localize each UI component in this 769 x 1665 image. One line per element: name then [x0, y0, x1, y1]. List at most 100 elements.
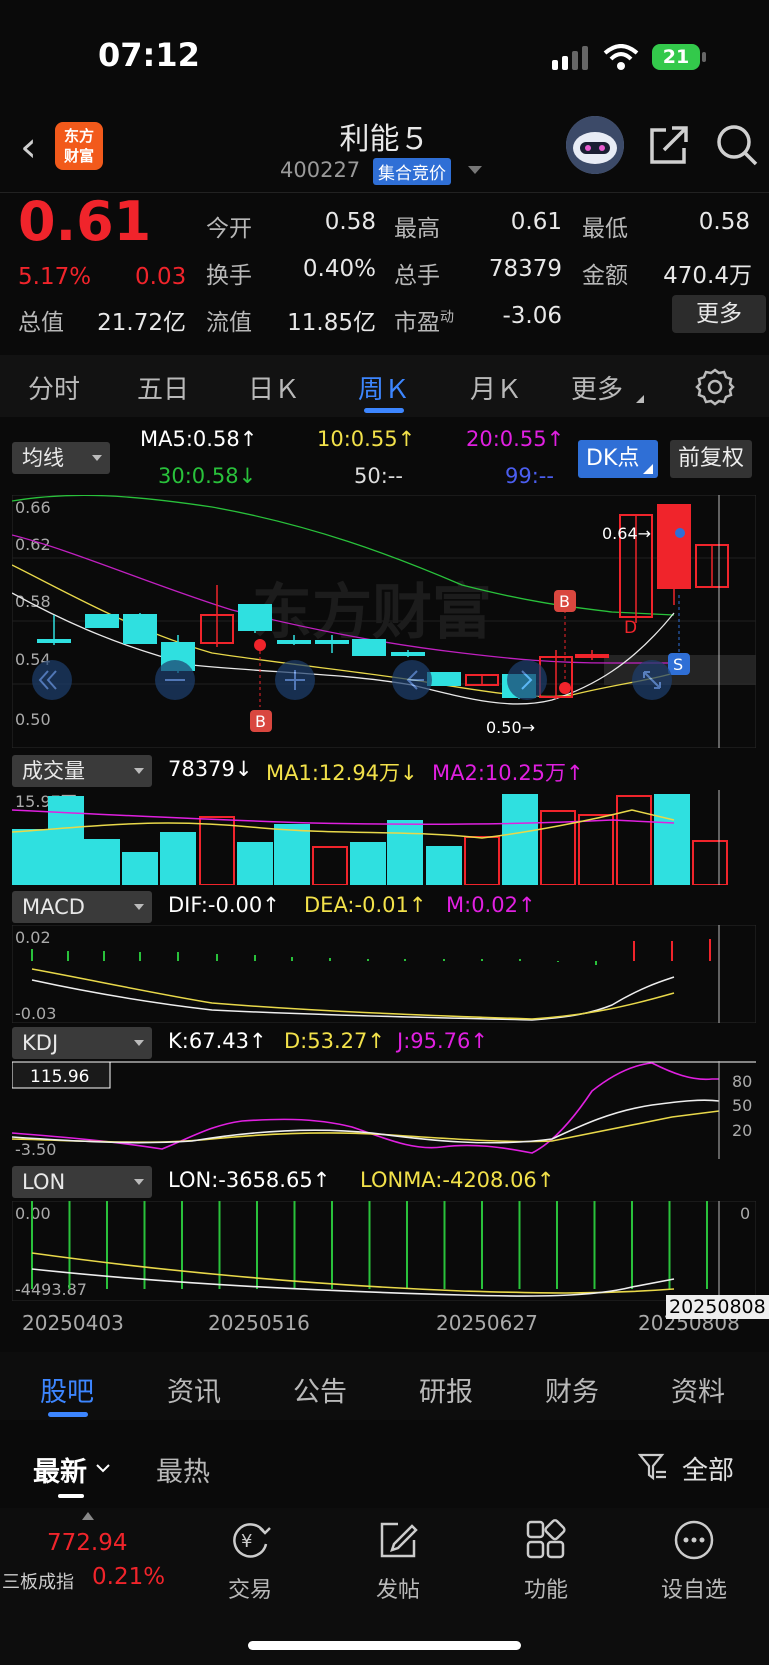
function-label[interactable]: 功能 — [486, 1572, 606, 1604]
more-dots-icon[interactable] — [672, 1518, 716, 1562]
volume-selector[interactable]: 成交量 — [12, 755, 152, 787]
mktcap-label: 总值 — [18, 310, 64, 336]
post-icon[interactable] — [376, 1518, 420, 1562]
d-text: D:53.27 — [284, 1029, 368, 1053]
post-label[interactable]: 发帖 — [338, 1572, 458, 1604]
volume-bar — [387, 820, 423, 885]
lonma-text: LONMA:-4208.06 — [360, 1168, 537, 1192]
d-marker: D — [624, 618, 637, 638]
candle — [391, 652, 425, 656]
gear-icon[interactable] — [695, 367, 735, 407]
lonma-label: LONMA:-4208.06↑ — [360, 1168, 555, 1192]
period-tabs: 分时 五日 日Ｋ 周Ｋ 月Ｋ 更多 — [0, 355, 769, 417]
volume-bar — [426, 846, 462, 885]
tab-weekly[interactable]: 周Ｋ — [358, 369, 410, 406]
tab-news[interactable]: 资讯 — [167, 1370, 221, 1409]
volume-bar — [84, 839, 120, 885]
apps-icon[interactable] — [524, 1518, 568, 1562]
change-pct: 5.17% — [18, 264, 92, 290]
candle — [352, 639, 386, 656]
tab-intraday[interactable]: 分时 — [28, 369, 80, 406]
macd-top-label: 0.02 — [15, 928, 51, 947]
volume-bar — [502, 794, 538, 885]
volume-bar — [12, 829, 48, 885]
kline-chart[interactable]: 东方财富 0.660.620.580.540.50 0.64→ 0.50→ B … — [12, 495, 756, 748]
more-button[interactable]: 更多 — [672, 295, 766, 333]
tab-announce[interactable]: 公告 — [293, 1370, 347, 1409]
lon-chart[interactable]: 0.00 -4493.87 0 — [12, 1201, 756, 1301]
active-content-tab-indicator — [48, 1412, 88, 1417]
volume-bar — [692, 840, 728, 885]
kdj-chart[interactable]: 115.96 -3.50 80 50 20 — [12, 1061, 756, 1159]
macd-chart[interactable]: 0.02 -0.03 — [12, 925, 756, 1023]
ma99-label: 99:-- — [505, 464, 554, 488]
high-value: 0.61 — [510, 209, 562, 235]
dropdown-icon[interactable] — [468, 166, 482, 176]
volume-bar — [616, 795, 652, 885]
date-axis: 20250403 20250516 20250627 20250808 2025… — [0, 1295, 769, 1343]
sell-marker: S — [668, 595, 690, 675]
index-pct: 0.21% — [92, 1564, 166, 1590]
sort-hot[interactable]: 最热 — [156, 1450, 210, 1489]
kline-watermark: 东方财富 — [252, 578, 492, 648]
kdj-top-label: 115.96 — [30, 1067, 89, 1087]
float-label: 流值 — [206, 310, 252, 336]
open-label: 今开 — [206, 216, 252, 242]
amount-value: 470.4万 — [663, 263, 752, 289]
lon-label: LON:-3658.65↑ — [168, 1168, 331, 1192]
filter-label[interactable]: 全部 — [682, 1450, 734, 1487]
index-value[interactable]: 772.94 — [47, 1530, 127, 1556]
watchlist-label[interactable]: 设自选 — [634, 1572, 754, 1604]
sell-marker-text: S — [673, 655, 683, 674]
kline-max-text: 0.64 — [602, 524, 638, 543]
tab-monthly[interactable]: 月Ｋ — [470, 369, 522, 406]
trade-label[interactable]: 交易 — [190, 1572, 310, 1604]
index-name: 三板成指 — [2, 1572, 74, 1593]
change-abs: 0.03 — [135, 264, 187, 290]
date-label-2: 20250516 — [208, 1311, 310, 1335]
ma30-text: 30:0.58 — [158, 464, 239, 488]
battery-icon: 21 — [652, 44, 706, 70]
share-icon[interactable] — [648, 124, 690, 166]
candle — [315, 640, 349, 644]
vol-ma1-text: MA1:12.94万 — [266, 761, 401, 785]
j-text: J:95.76 — [397, 1029, 471, 1053]
k-label: K:67.43↑ — [168, 1029, 267, 1053]
amount-label: 金额 — [582, 263, 628, 289]
tab-profile[interactable]: 资料 — [671, 1370, 725, 1409]
tab-guba[interactable]: 股吧 — [40, 1370, 94, 1409]
lon-selector[interactable]: LON — [12, 1166, 152, 1198]
kline-min-text: 0.50 — [486, 718, 522, 737]
pe-value: -3.06 — [502, 303, 562, 329]
sort-latest[interactable]: 最新 — [33, 1450, 87, 1489]
right-move-button — [507, 660, 547, 700]
buy-marker-2-text: B — [559, 592, 570, 611]
candle — [575, 654, 609, 658]
volume-bar — [199, 816, 235, 885]
tab-research[interactable]: 研报 — [419, 1370, 473, 1409]
filter-icon[interactable] — [638, 1452, 668, 1482]
volume-chart[interactable]: 15.97万 — [12, 790, 756, 885]
kdj-selector[interactable]: KDJ — [12, 1027, 152, 1059]
lon-right-label: 0 — [740, 1204, 750, 1223]
stock-code: 400227 — [280, 158, 361, 182]
m-label: M:0.02↑ — [446, 893, 536, 917]
volume-bar — [274, 824, 310, 885]
content-tabs: 股吧 资讯 公告 研报 财务 资料 — [0, 1352, 769, 1420]
home-indicator — [248, 1641, 521, 1650]
adjust-button[interactable]: 前复权 — [670, 440, 752, 478]
tab-daily[interactable]: 日Ｋ — [248, 369, 300, 406]
tab-5day[interactable]: 五日 — [137, 369, 189, 406]
volume-bar — [160, 832, 196, 885]
search-icon[interactable] — [714, 122, 760, 168]
ma-selector[interactable]: 均线 — [12, 442, 110, 474]
turnover-label: 换手 — [206, 263, 252, 289]
assistant-avatar[interactable] — [566, 116, 624, 174]
volume-bar — [464, 836, 500, 885]
tab-more[interactable]: 更多 — [571, 369, 623, 406]
trade-icon[interactable]: ¥ — [228, 1518, 272, 1562]
tab-finance[interactable]: 财务 — [545, 1370, 599, 1409]
m-text: M:0.02 — [446, 893, 518, 917]
lon-bottom-label: -4493.87 — [15, 1280, 87, 1299]
macd-selector[interactable]: MACD — [12, 891, 152, 923]
